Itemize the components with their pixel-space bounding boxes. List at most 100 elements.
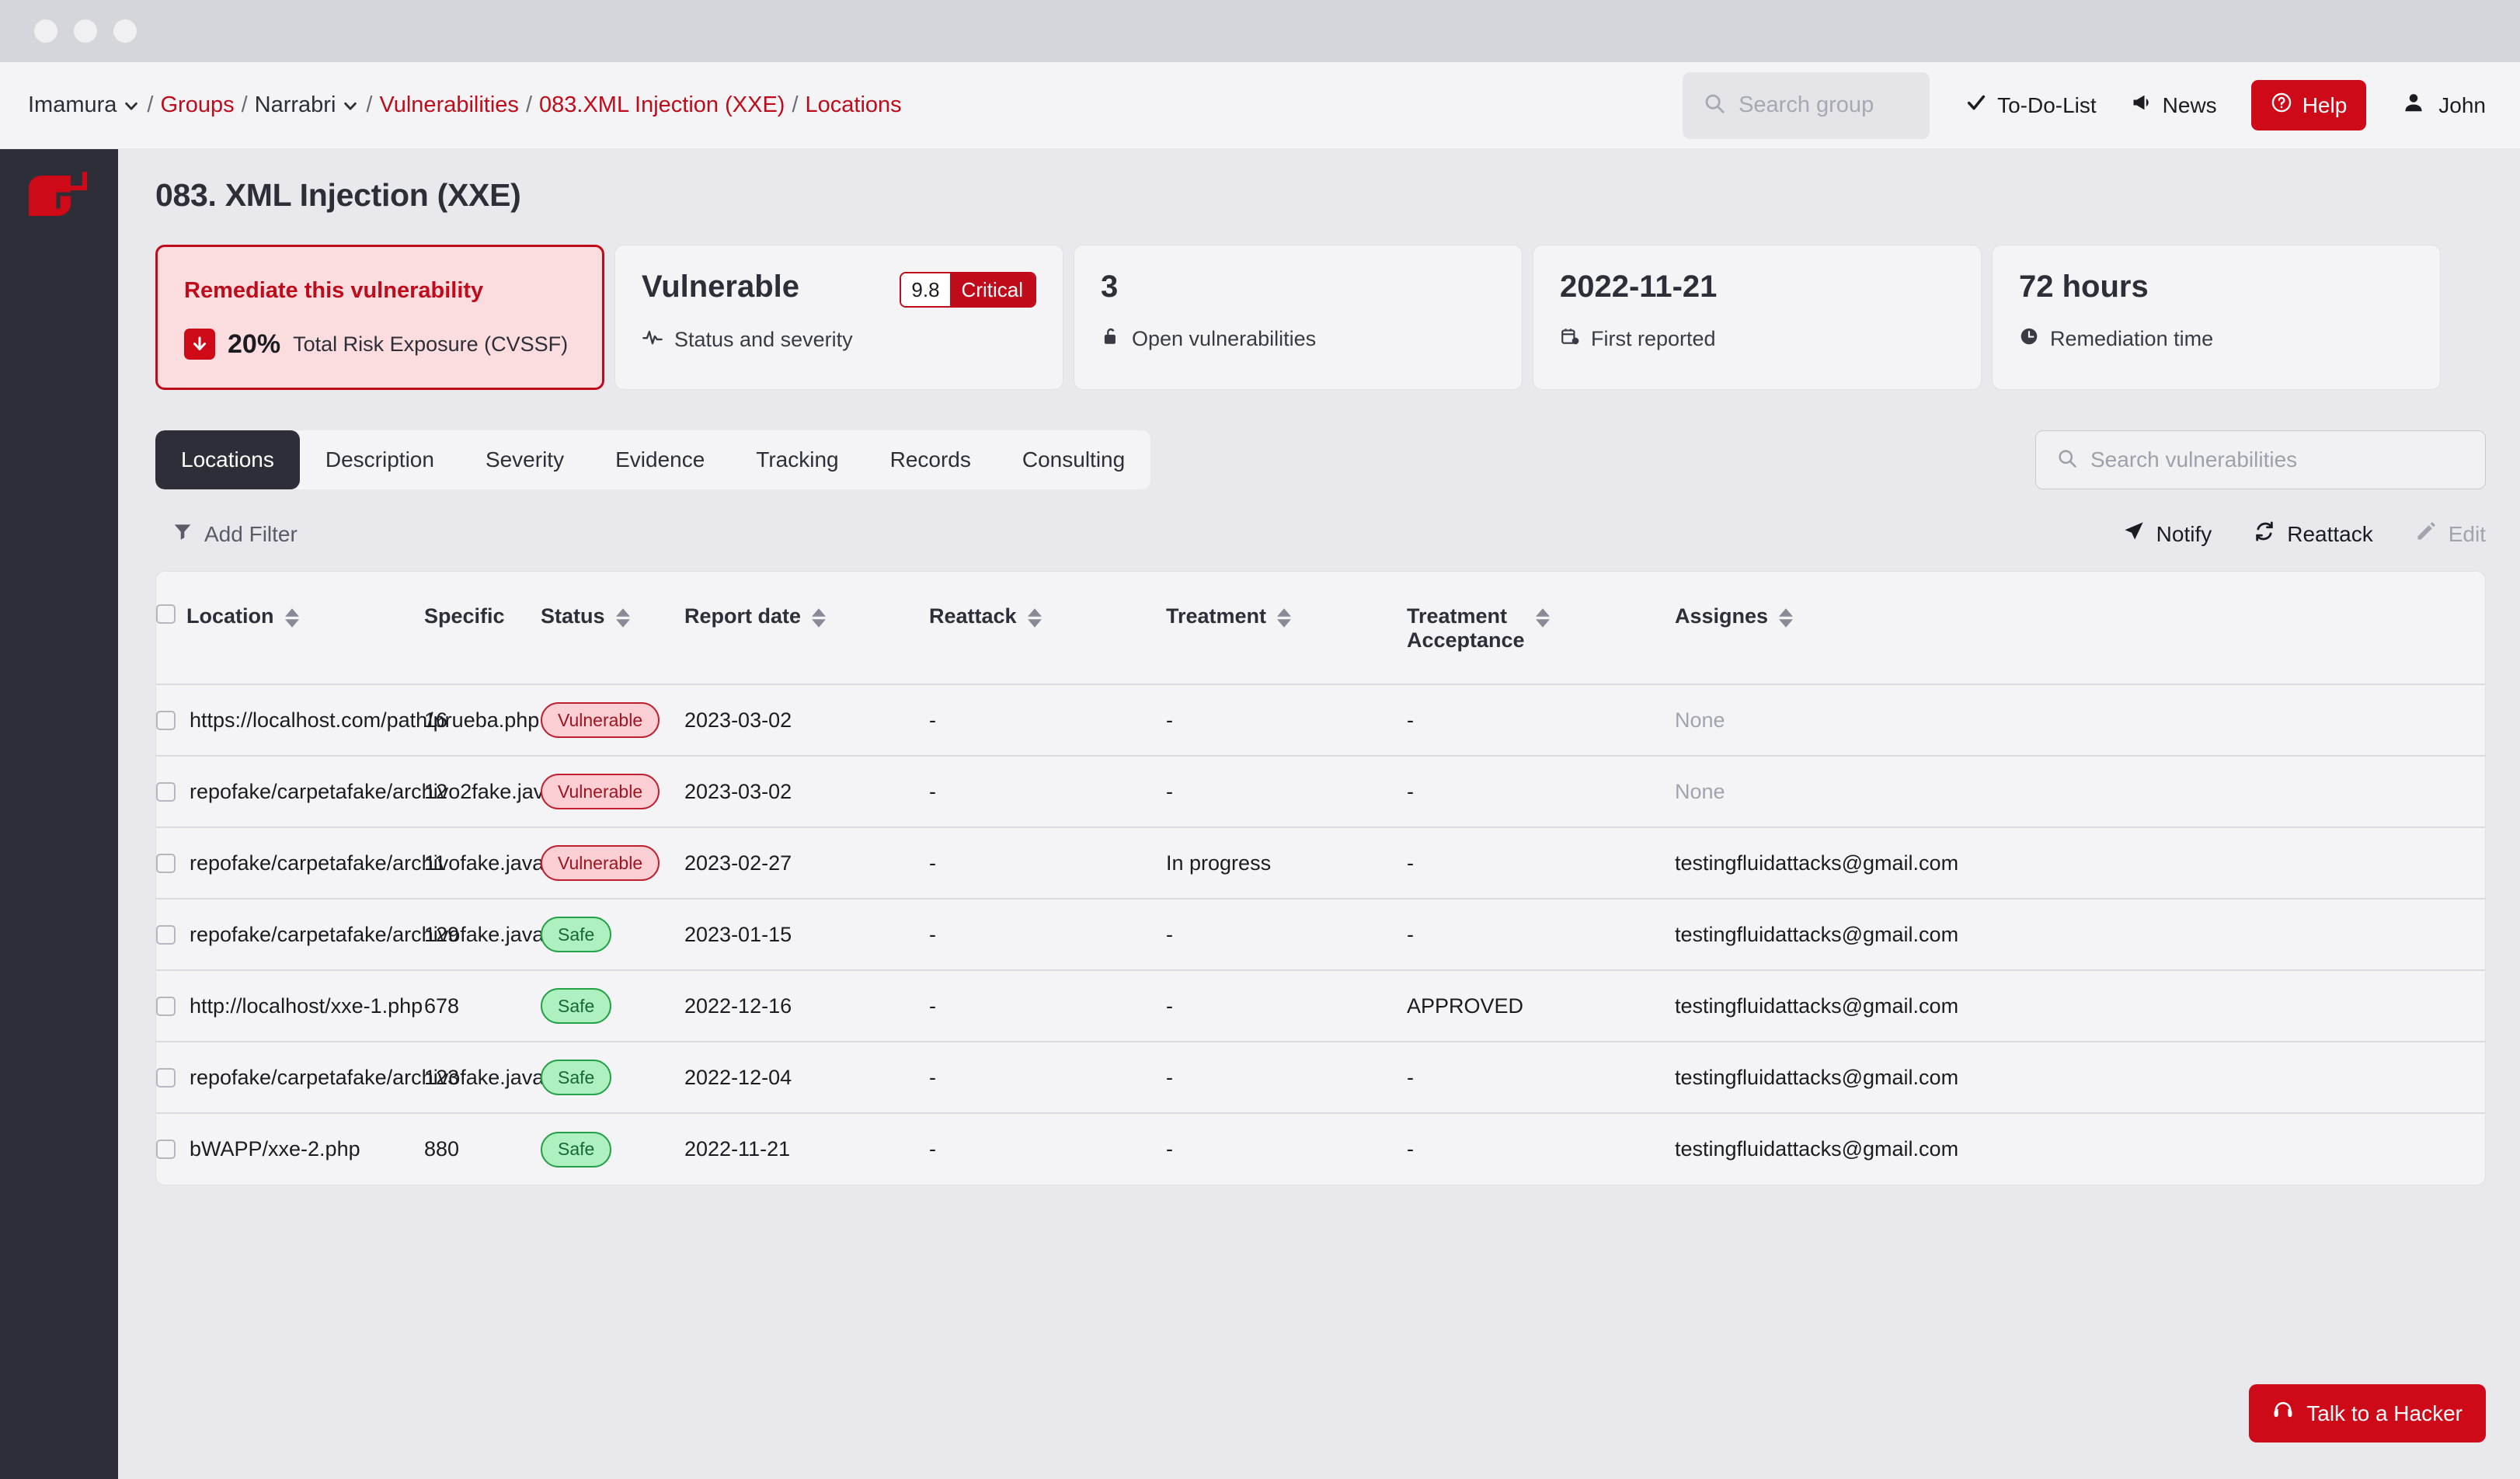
user-name: John: [2438, 92, 2486, 117]
first-reported-foot-label: First reported: [1591, 327, 1716, 350]
table-header: Location Specific Status Report date Reattac…: [156, 572, 2485, 684]
news-button[interactable]: News: [2131, 92, 2217, 119]
remediate-percent: 20%: [228, 329, 281, 359]
user-menu[interactable]: John: [2402, 91, 2486, 120]
open-card-footer: Open vulnerabilities: [1101, 326, 1495, 352]
table-row[interactable]: http://localhost/xxe-1.php 678 Safe 2022-12…: [156, 969, 2485, 1042]
pencil-icon: [2415, 520, 2437, 548]
breadcrumb-item-083-xml-injection-xxe[interactable]: 083.XML Injection (XXE): [539, 92, 785, 118]
location-text: repofake/carpetafake/archivo2fake.java: [190, 779, 556, 803]
search-vulnerabilities-input[interactable]: Search vulnerabilities: [2035, 430, 2486, 489]
app-window: Imamura / Groups / Narrabri / Vulnerabilities /…: [0, 0, 2520, 1479]
cell-status: Safe: [541, 1041, 684, 1113]
cell-treatment: -: [1166, 1112, 1407, 1185]
row-checkbox[interactable]: [156, 710, 176, 730]
cell-report-date: 2023-03-02: [684, 755, 929, 827]
breadcrumb-item-vulnerabilities[interactable]: Vulnerabilities: [379, 92, 518, 118]
tab-tracking[interactable]: Tracking: [730, 430, 864, 489]
add-filter-button[interactable]: Add Filter: [155, 521, 298, 547]
breadcrumb-item-locations[interactable]: Locations: [806, 92, 902, 118]
tab-records[interactable]: Records: [865, 430, 997, 489]
cell-reattack: -: [929, 684, 1166, 756]
table-row[interactable]: repofake/carpetafake/archivofake.java 11 V…: [156, 826, 2485, 899]
window-close-dot[interactable]: [34, 19, 57, 43]
select-all-checkbox[interactable]: [156, 604, 176, 624]
cell-location: repofake/carpetafake/archivofake.java: [156, 1041, 544, 1113]
breadcrumb-separator: /: [366, 92, 373, 117]
severity-score: 9.8: [901, 273, 950, 306]
notify-label: Notify: [2156, 521, 2212, 546]
breadcrumb-item-label: 083.XML Injection (XXE): [539, 92, 785, 117]
column-header-treatment[interactable]: Treatment: [1166, 572, 1407, 684]
avatar-icon: [2402, 91, 2425, 120]
breadcrumb-item-narrabri[interactable]: Narrabri: [255, 92, 360, 118]
row-checkbox[interactable]: [156, 781, 176, 802]
cell-reattack: -: [929, 755, 1166, 827]
notify-button[interactable]: Notify: [2123, 520, 2212, 548]
column-header-assignes[interactable]: Assignes: [1675, 572, 2485, 684]
cell-status: Safe: [541, 1112, 684, 1185]
search-icon: [1703, 92, 1726, 119]
breadcrumb-item-label: Locations: [805, 92, 902, 117]
edit-label: Edit: [2448, 521, 2486, 546]
sort-icon: [1277, 608, 1292, 628]
help-circle-icon: [2271, 92, 2292, 119]
calendar-clock-icon: [1560, 326, 1580, 352]
cell-treatment: -: [1166, 898, 1407, 970]
cell-reattack: -: [929, 1041, 1166, 1113]
breadcrumb-item-imamura[interactable]: Imamura: [28, 92, 140, 118]
clock-icon: [2019, 326, 2039, 352]
column-header-label: Assignes: [1675, 604, 1769, 628]
edit-button[interactable]: Edit: [2415, 520, 2486, 548]
sort-icon: [1027, 608, 1042, 628]
table-row[interactable]: bWAPP/xxe-2.php 880 Safe 2022-11-21- - - testi…: [156, 1112, 2485, 1185]
breadcrumb-item-groups[interactable]: Groups: [160, 92, 234, 118]
breadcrumb: Imamura / Groups / Narrabri / Vulnerabilities /…: [0, 92, 902, 118]
window-minimize-dot[interactable]: [74, 19, 97, 43]
cell-treatment-acceptance: -: [1407, 684, 1675, 756]
row-checkbox[interactable]: [156, 853, 176, 873]
row-checkbox[interactable]: [156, 996, 176, 1016]
locations-table: Location Specific Status Report date Reattac…: [155, 571, 2486, 1185]
column-header-label: Report date: [684, 604, 802, 628]
megaphone-icon: [2131, 92, 2153, 119]
tab-description[interactable]: Description: [300, 430, 460, 489]
search-group-input[interactable]: Search group: [1683, 71, 1930, 139]
row-checkbox[interactable]: [156, 924, 176, 945]
tab-evidence[interactable]: Evidence: [590, 430, 730, 489]
headset-icon: [2272, 1400, 2294, 1427]
sidebar: [0, 149, 118, 1479]
status-badge: Vulnerable: [541, 774, 660, 809]
todo-list-button[interactable]: To-Do-List: [1965, 92, 2097, 119]
help-button[interactable]: Help: [2250, 80, 2367, 130]
window-maximize-dot[interactable]: [113, 19, 137, 43]
row-checkbox[interactable]: [156, 1140, 176, 1159]
remediate-label: Total Risk Exposure (CVSSF): [293, 332, 569, 356]
cell-location: http://localhost/xxe-1.php: [156, 969, 424, 1042]
app-logo[interactable]: [27, 171, 88, 231]
table-row[interactable]: repofake/carpetafake/archivofake.java 123…: [156, 1041, 2485, 1113]
table-row[interactable]: repofake/carpetafake/archivofake.java 129…: [156, 898, 2485, 970]
send-icon: [2123, 520, 2145, 548]
cell-treatment-acceptance: APPROVED: [1407, 969, 1675, 1042]
column-header-report-date[interactable]: Report date: [684, 572, 929, 684]
pulse-icon: [642, 326, 663, 353]
table-row[interactable]: repofake/carpetafake/archivo2fake.javaNe…: [156, 755, 2485, 827]
reattack-button[interactable]: Reattack: [2254, 520, 2373, 548]
table-row[interactable]: https://localhost.com/path/prueba.phpNew…: [156, 684, 2485, 756]
column-header-location[interactable]: Location: [156, 572, 424, 684]
tab-consulting[interactable]: Consulting: [997, 430, 1150, 489]
column-header-treatment-acceptance[interactable]: Treatment Acceptance: [1407, 572, 1675, 684]
tab-locations[interactable]: Locations: [155, 430, 300, 489]
remediation-footer: Remediation time: [2019, 326, 2414, 352]
talk-to-a-hacker-button[interactable]: Talk to a Hacker: [2249, 1384, 2486, 1442]
sort-icon: [1779, 608, 1794, 628]
column-header-reattack[interactable]: Reattack: [929, 572, 1166, 684]
remediate-card[interactable]: Remediate this vulnerability 20% Total R…: [155, 245, 604, 390]
column-header-status[interactable]: Status: [541, 572, 684, 684]
cell-assignes: testingfluidattacks@gmail.com: [1675, 1112, 2485, 1185]
row-checkbox[interactable]: [156, 1067, 176, 1088]
tab-severity[interactable]: Severity: [460, 430, 590, 489]
cell-report-date: 2022-12-04: [684, 1041, 929, 1113]
cell-assignes: testingfluidattacks@gmail.com: [1675, 826, 2485, 899]
